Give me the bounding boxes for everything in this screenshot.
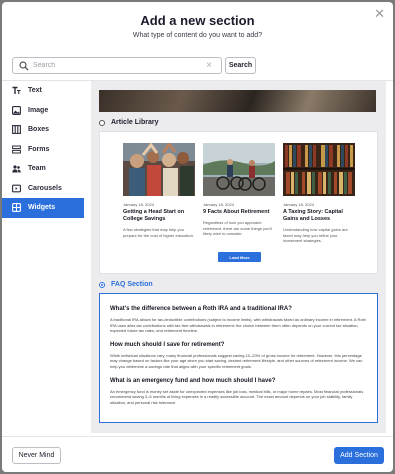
article-library-label: Article Library xyxy=(111,119,159,126)
article-date: January 18, 2024 xyxy=(203,202,234,207)
article-library-option[interactable]: Article Library xyxy=(99,119,158,126)
faq-answer: A traditional IRA allows for tax-deducti… xyxy=(110,317,366,334)
forms-icon xyxy=(12,145,21,154)
article-date: January 18, 2024 xyxy=(283,202,314,207)
load-more-button[interactable]: Load More xyxy=(218,252,261,262)
article-card: January 18, 2024 9 Facts About Retiremen… xyxy=(203,143,275,236)
faq-section-option[interactable]: FAQ Section xyxy=(99,281,153,288)
sidebar-item-label: Image xyxy=(28,106,49,114)
sidebar-item-label: Boxes xyxy=(28,126,50,134)
article-card: January 18, 2024 A Taxing Story: Capital… xyxy=(283,143,355,243)
article-title: 9 Facts About Retirement xyxy=(203,209,270,215)
article-title: Getting a Head Start on College Savings xyxy=(123,209,185,223)
sidebar-item-label: Forms xyxy=(28,145,50,153)
never-mind-button[interactable]: Never Mind xyxy=(12,447,61,464)
sidebar-item-carousels[interactable]: Carousels xyxy=(2,179,84,199)
carousel-icon xyxy=(12,184,21,193)
faq-section-preview: What's the difference between a Roth IRA… xyxy=(99,293,378,423)
sidebar-item-team[interactable]: Team xyxy=(2,159,84,179)
article-description: A few strategies that may help you prepa… xyxy=(123,227,194,238)
sidebar-item-image[interactable]: Image xyxy=(2,101,84,121)
sidebar-item-label: Text xyxy=(28,87,42,95)
faq-question: What's the difference between a Roth IRA… xyxy=(110,306,292,312)
faq-section-label: FAQ Section xyxy=(111,281,153,288)
footer-divider xyxy=(2,436,393,437)
section-options-panel: Article Library January 18, 2024 Getting… xyxy=(91,81,386,433)
sidebar-item-label: Widgets xyxy=(28,204,56,212)
section-preview-image xyxy=(99,90,376,112)
article-date: January 18, 2024 xyxy=(123,202,154,207)
article-card: January 18, 2024 Getting a Head Start on… xyxy=(123,143,195,238)
add-section-modal: ✕ Add a new section What type of content… xyxy=(2,2,393,472)
section-type-sidebar: Text Image Boxes Forms Team Carousels Wi… xyxy=(2,81,84,218)
modal-subtitle: What type of content do you want to add? xyxy=(132,32,263,39)
article-image xyxy=(123,143,195,196)
search-icon xyxy=(19,61,29,71)
search-box: × xyxy=(12,57,222,74)
sidebar-item-widgets[interactable]: Widgets xyxy=(2,198,84,218)
article-title: A Taxing Story: Capital Gains and Losses xyxy=(283,209,343,223)
clear-search-icon[interactable]: × xyxy=(206,59,212,72)
team-icon xyxy=(12,165,21,173)
sidebar-item-label: Carousels xyxy=(28,184,62,192)
faq-answer: While individual situations vary, many f… xyxy=(110,352,363,369)
sidebar-item-forms[interactable]: Forms xyxy=(2,140,84,160)
search-input[interactable] xyxy=(33,59,201,72)
image-icon xyxy=(12,105,21,115)
faq-question: How much should I save for retirement? xyxy=(110,341,225,348)
faq-section-radio[interactable] xyxy=(99,281,105,288)
sidebar-item-text[interactable]: Text xyxy=(2,81,84,101)
faq-question: What is an emergency fund and how much s… xyxy=(110,377,276,384)
widgets-icon xyxy=(12,203,21,213)
text-icon xyxy=(12,87,21,95)
faq-answer: An emergency fund is money set aside for… xyxy=(110,388,364,405)
article-description: Understanding how capital gains are taxe… xyxy=(283,227,348,244)
boxes-icon xyxy=(12,125,21,135)
article-image xyxy=(203,143,275,196)
search-button[interactable]: Search xyxy=(225,57,256,74)
sidebar-item-boxes[interactable]: Boxes xyxy=(2,120,84,140)
article-image xyxy=(283,143,355,196)
article-library-preview: January 18, 2024 Getting a Head Start on… xyxy=(99,131,378,274)
modal-title: Add a new section xyxy=(140,13,255,28)
add-section-button[interactable]: Add Section xyxy=(334,447,384,464)
article-description: Regardless of how you approach retiremen… xyxy=(203,220,273,236)
article-library-radio[interactable] xyxy=(99,119,105,126)
sidebar-item-label: Team xyxy=(28,165,46,173)
